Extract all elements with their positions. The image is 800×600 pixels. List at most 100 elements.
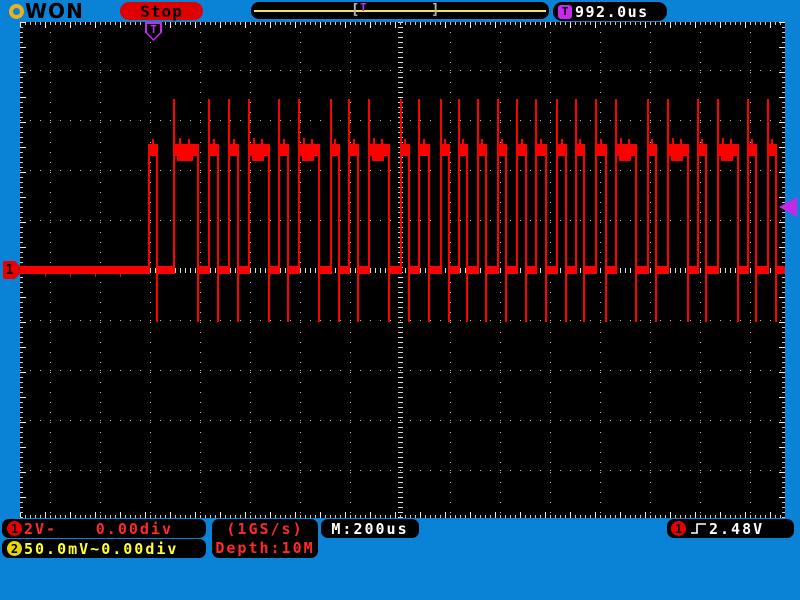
waveform-falling-edge: [687, 144, 689, 322]
scope-screen: T: [20, 22, 785, 518]
waveform-rising-edge: [208, 99, 210, 274]
waveform-falling-edge: [318, 144, 320, 322]
waveform-noise-tick: [179, 138, 181, 144]
channel2-info-box[interactable]: 2 50.0mV~ 0.00div: [2, 539, 206, 558]
waveform-noise-tick: [381, 139, 383, 144]
waveform-falling-edge: [287, 144, 289, 322]
waveform-rising-edge: [556, 99, 558, 274]
channel1-position-marker[interactable]: 1: [3, 261, 16, 279]
waveform-falling-edge: [388, 144, 390, 322]
memory-window-bar[interactable]: [ ] T: [251, 2, 549, 19]
waveform-rising-edge: [647, 99, 649, 274]
waveform-rising-edge: [615, 99, 617, 274]
waveform-high-segment: [174, 144, 198, 156]
waveform-noise-tick: [651, 139, 653, 144]
waveform-high-segment: [718, 144, 738, 156]
channel1-info-box[interactable]: 1 2V- 0.00div: [2, 519, 206, 538]
waveform-rising-edge: [418, 99, 420, 274]
waveform-falling-edge: [408, 144, 410, 322]
waveform-falling-edge: [775, 144, 777, 322]
waveform-rising-edge: [458, 99, 460, 274]
memory-bar-line: [254, 10, 546, 12]
waveform-rising-edge: [717, 99, 719, 274]
waveform-noise-tick: [680, 139, 682, 144]
waveform-noise-fuzz: [721, 156, 733, 161]
waveform-falling-edge: [525, 144, 527, 322]
waveform-noise-tick: [771, 139, 773, 144]
waveform-falling-edge: [338, 144, 340, 322]
run-state-label: Stop: [140, 2, 183, 21]
waveform-rising-edge: [535, 99, 537, 274]
waveform-rising-edge: [228, 99, 230, 274]
waveform-noise-tick: [404, 139, 406, 144]
waveform-low-segment: [157, 266, 174, 274]
waveform-falling-edge: [583, 144, 585, 322]
waveform-rising-edge: [278, 99, 280, 274]
waveform-noise-tick: [253, 138, 255, 144]
waveform-rising-edge: [248, 99, 250, 274]
channel2-scale: 50.0mV~: [24, 540, 101, 558]
waveform-noise-tick: [722, 138, 724, 144]
waveform-rising-edge: [497, 99, 499, 274]
waveform-noise-tick: [353, 139, 355, 144]
owon-logo-o-icon: [9, 4, 24, 19]
waveform-high-segment: [299, 144, 319, 156]
sample-rate: (1GS/s): [226, 520, 303, 539]
waveform-rising-edge: [330, 99, 332, 274]
waveform-falling-edge: [156, 144, 158, 322]
waveform-noise-tick: [423, 139, 425, 144]
trigger-time-value: 992.0us: [575, 3, 649, 21]
trigger-info-box[interactable]: 1 2.48V: [667, 519, 794, 538]
waveform-falling-edge: [565, 144, 567, 322]
waveform-falling-edge: [635, 144, 637, 322]
waveform-rising-edge: [575, 99, 577, 274]
waveform-noise-tick: [561, 139, 563, 144]
waveform-falling-edge: [217, 144, 219, 322]
waveform-noise-tick: [120, 274, 121, 277]
waveform-noise-tick: [672, 138, 674, 144]
trigger-position-marker[interactable]: T: [145, 22, 162, 41]
waveform-falling-edge: [268, 144, 270, 322]
waveform-noise-tick: [481, 139, 483, 144]
waveform-noise-tick: [620, 138, 622, 144]
channel1-badge: 1: [7, 521, 22, 536]
waveform-noise-tick: [233, 139, 235, 144]
trigger-time-readout[interactable]: T 992.0us: [553, 2, 667, 21]
waveform-rising-edge: [767, 99, 769, 274]
waveform-falling-edge: [737, 144, 739, 322]
waveform-noise-tick: [311, 139, 313, 144]
trigger-level-arrow-icon[interactable]: [779, 197, 797, 217]
timebase-box[interactable]: M:200us: [321, 519, 419, 538]
memory-depth: Depth:10M: [215, 539, 314, 558]
waveform-noise-tick: [751, 139, 753, 144]
waveform-falling-edge: [605, 144, 607, 322]
ruler-top: [20, 22, 785, 28]
trigger-position-mini-icon: T: [360, 2, 367, 13]
waveform-noise-fuzz: [177, 156, 193, 161]
waveform-noise-tick: [521, 139, 523, 144]
acquisition-info-box[interactable]: (1GS/s) Depth:10M: [212, 519, 318, 558]
waveform-noise-tick: [462, 139, 464, 144]
waveform-noise-tick: [701, 139, 703, 144]
waveform-noise-tick: [373, 138, 375, 144]
waveform-falling-edge: [448, 144, 450, 322]
oscilloscope-ui: WON Stop [ ] T T 992.0us T 1 1 2V- 0.00d…: [0, 0, 800, 600]
run-state-button[interactable]: Stop: [120, 2, 203, 20]
waveform-low-segment: [20, 266, 149, 274]
channel1-position-label: 1: [6, 263, 14, 278]
waveform-noise-tick: [152, 139, 154, 144]
waveform-noise-fuzz: [372, 156, 384, 161]
waveform-falling-edge: [237, 144, 239, 322]
waveform-falling-edge: [755, 144, 757, 322]
waveform-rising-edge: [697, 99, 699, 274]
waveform-noise-tick: [501, 139, 503, 144]
rising-edge-icon: [690, 521, 707, 536]
waveform-noise-tick: [188, 139, 190, 144]
waveform-low-segment: [776, 266, 785, 274]
waveform-noise-tick: [70, 274, 71, 277]
waveform-noise-fuzz: [671, 156, 683, 161]
waveform-falling-edge: [655, 144, 657, 322]
waveform-rising-edge: [173, 99, 175, 274]
waveform-falling-edge: [545, 144, 547, 322]
timebase-value: M:200us: [331, 520, 408, 538]
